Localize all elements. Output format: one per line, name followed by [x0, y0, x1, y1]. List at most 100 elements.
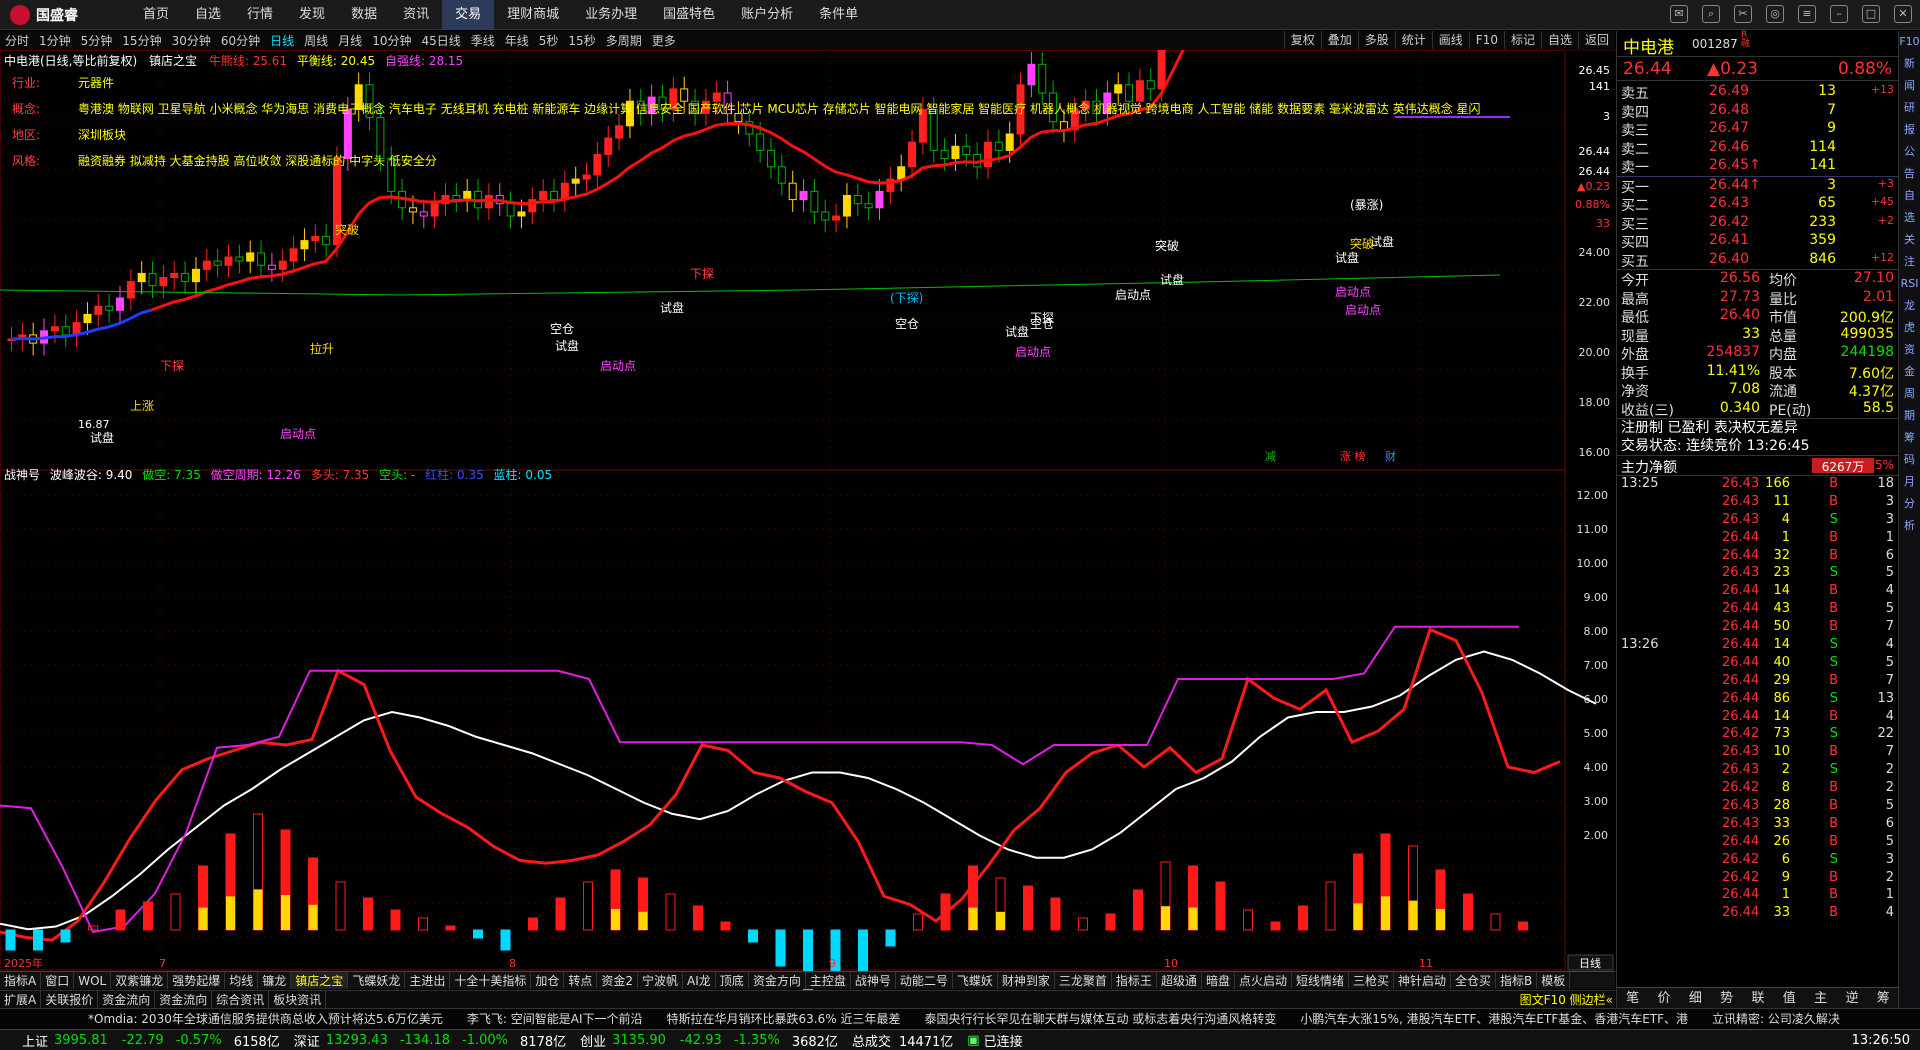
indicator-tab-2[interactable]: WOL	[74, 972, 112, 989]
ask-row-4[interactable]: 卖一 26.45↑ 141	[1617, 157, 1898, 176]
period-2[interactable]: 5分钟	[76, 31, 118, 51]
nav-item-4[interactable]: 数据	[338, 0, 390, 30]
indicator-tab-13[interactable]: 资金2	[597, 972, 639, 989]
ask-row-2[interactable]: 卖三 26.47 9	[1617, 120, 1898, 139]
side-tab-1[interactable]: 新闻	[1899, 53, 1920, 97]
indicator-tab-18[interactable]: 主控盘	[806, 972, 851, 989]
toolbar-button-1[interactable]: 叠加	[1320, 31, 1358, 49]
period-14[interactable]: 15秒	[563, 31, 600, 51]
period-15[interactable]: 多周期	[601, 31, 647, 51]
maximize-icon[interactable]: □	[1862, 5, 1880, 23]
indicator-tab-20[interactable]: 动能二号	[896, 972, 953, 989]
minimize-icon[interactable]: –	[1830, 5, 1848, 23]
nav-item-10[interactable]: 账户分析	[728, 0, 806, 30]
nav-item-3[interactable]: 发现	[286, 0, 338, 30]
indicator-tab-6[interactable]: 镰龙	[258, 972, 292, 989]
indicator-tab-23[interactable]: 三龙聚首	[1055, 972, 1112, 989]
toolbar-button-3[interactable]: 统计	[1394, 31, 1432, 49]
side-tab-12[interactable]: 分析	[1899, 493, 1920, 537]
news-item[interactable]: 小鹏汽车大涨15%, 港股汽车ETF、港股汽车ETF基金、香港汽车ETF、港	[1300, 1010, 1688, 1027]
side-tab-8[interactable]: 资金	[1899, 339, 1920, 383]
main-flow-label[interactable]: 主力净额	[1621, 457, 1677, 477]
sz-index[interactable]: 13293.43	[326, 1033, 388, 1048]
side-tab-3[interactable]: 公告	[1899, 141, 1920, 185]
skin-icon[interactable]: ◎	[1766, 5, 1784, 23]
period-13[interactable]: 5秒	[534, 31, 564, 51]
side-tab-2[interactable]: 研报	[1899, 97, 1920, 141]
close-icon[interactable]: ✕	[1894, 5, 1912, 23]
bid-row-4[interactable]: 买五 26.40 846 +12	[1617, 251, 1898, 270]
indicator-tab-5[interactable]: 均线	[225, 972, 259, 989]
indicator-tab-0[interactable]: 指标A	[0, 972, 42, 989]
period-4[interactable]: 30分钟	[167, 31, 216, 51]
indicator-tab-12[interactable]: 转点	[564, 972, 598, 989]
quote-tab-6[interactable]: 主	[1805, 988, 1836, 1009]
period-8[interactable]: 月线	[333, 31, 367, 51]
toolbar-button-6[interactable]: 标记	[1503, 31, 1541, 49]
tick-list[interactable]: 13:25 26.43 166 B 18 26.43 11 B 3 26.43 4 S 3 26.44 1 B…	[1617, 476, 1898, 923]
extension-tab-2[interactable]: 资金流向	[98, 991, 156, 1008]
side-panel-toggle[interactable]: 图文F10 侧边栏«	[1520, 991, 1613, 1009]
event-flag[interactable]: 涨 榜	[1340, 449, 1366, 463]
indicator-tab-17[interactable]: 资金方向	[749, 972, 806, 989]
message-icon[interactable]: ✉	[1670, 5, 1688, 23]
indicator-tab-4[interactable]: 强势起爆	[168, 972, 226, 989]
indicator-tab-3[interactable]: 双紫镰龙	[111, 972, 169, 989]
event-flag[interactable]: 减	[1265, 450, 1276, 463]
ask-row-1[interactable]: 卖四 26.48 7	[1617, 102, 1898, 121]
nav-item-11[interactable]: 条件单	[806, 0, 871, 30]
extension-tab-4[interactable]: 综合资讯	[212, 991, 270, 1008]
indicator-tab-16[interactable]: 顶底	[716, 972, 749, 989]
indicator-tab-7[interactable]: 镇店之宝	[291, 972, 349, 989]
toolbar-button-7[interactable]: 自选	[1540, 31, 1578, 49]
indicator-tab-29[interactable]: 三枪买	[1349, 972, 1395, 989]
news-item[interactable]: 李飞飞: 空间智能是AI下一个前沿	[467, 1010, 643, 1027]
nav-item-8[interactable]: 业务办理	[572, 0, 650, 30]
side-tab-6[interactable]: RSI	[1899, 273, 1920, 295]
side-tab-0[interactable]: F10	[1899, 31, 1920, 53]
chart-indicator-name[interactable]: 镇店之宝	[149, 54, 197, 68]
quote-tab-1[interactable]: 价	[1648, 988, 1679, 1009]
indicator-tab-1[interactable]: 窗口	[41, 972, 75, 989]
nav-item-0[interactable]: 首页	[130, 0, 182, 30]
indicator-tab-11[interactable]: 加仓	[531, 972, 565, 989]
quote-tab-0[interactable]: 笔	[1617, 988, 1648, 1009]
bid-row-3[interactable]: 买四 26.41 359	[1617, 232, 1898, 251]
nav-item-6[interactable]: 交易	[442, 0, 495, 30]
side-tab-11[interactable]: 月	[1899, 471, 1920, 493]
toolbar-button-0[interactable]: 复权	[1283, 31, 1321, 49]
toolbar-button-4[interactable]: 画线	[1431, 31, 1469, 49]
indicator-tab-26[interactable]: 暗盘	[1202, 972, 1235, 989]
concept-value[interactable]: 粤港澳 物联网 卫星导航 小米概念 华为海思 消费电子概念 汽车电子 无线耳机 …	[78, 102, 1481, 116]
region-value[interactable]: 深圳板块	[78, 128, 126, 142]
period-9[interactable]: 10分钟	[367, 31, 416, 51]
toolbar-button-2[interactable]: 多股	[1357, 31, 1395, 49]
nav-item-7[interactable]: 理财商城	[494, 0, 572, 30]
kline-chart[interactable]: 下探上涨试盘 启动点拉升突破空仓试盘启动点下探试盘空仓(下探)试盘启动点空仓下探启…	[0, 50, 1615, 1050]
cy-index[interactable]: 3135.90	[612, 1033, 666, 1048]
news-item[interactable]: 特斯拉在华月销环比暴跌63.6% 近三年最差	[667, 1010, 901, 1027]
period-10[interactable]: 45日线	[416, 31, 465, 51]
indicator-tab-28[interactable]: 短线情绪	[1292, 972, 1349, 989]
indicator-tab-10[interactable]: 十全十美指标	[450, 972, 532, 989]
quote-tab-5[interactable]: 值	[1774, 988, 1805, 1009]
quote-tab-8[interactable]: 筹	[1868, 988, 1899, 1009]
toolbar-button-8[interactable]: 返回	[1577, 31, 1615, 49]
quote-tab-7[interactable]: 逆	[1836, 988, 1867, 1009]
indicator-tab-22[interactable]: 财神到家	[998, 972, 1055, 989]
period-5[interactable]: 60分钟	[216, 31, 265, 51]
side-tab-10[interactable]: 筹码	[1899, 427, 1920, 471]
industry-value[interactable]: 元器件	[78, 76, 114, 90]
indicator-tab-21[interactable]: 飞蝶妖	[953, 972, 998, 989]
extension-tab-1[interactable]: 关联报价	[41, 991, 99, 1008]
nav-item-2[interactable]: 行情	[234, 0, 286, 30]
app-logo[interactable]: 国盛睿	[0, 4, 130, 25]
side-tab-7[interactable]: 龙虎	[1899, 295, 1920, 339]
search-icon[interactable]: ⌕	[1702, 5, 1720, 23]
indicator-tab-9[interactable]: 主进出	[405, 972, 451, 989]
indicator-tab-8[interactable]: 飞蝶妖龙	[348, 972, 406, 989]
quote-tab-2[interactable]: 细	[1680, 988, 1711, 1009]
style-value[interactable]: 融资融券 拟减持 大基金持股 高位收敛 深股通标的 中字头 低安全分	[78, 154, 437, 168]
period-11[interactable]: 季线	[466, 31, 500, 51]
indicator-tab-30[interactable]: 神针启动	[1394, 972, 1452, 989]
